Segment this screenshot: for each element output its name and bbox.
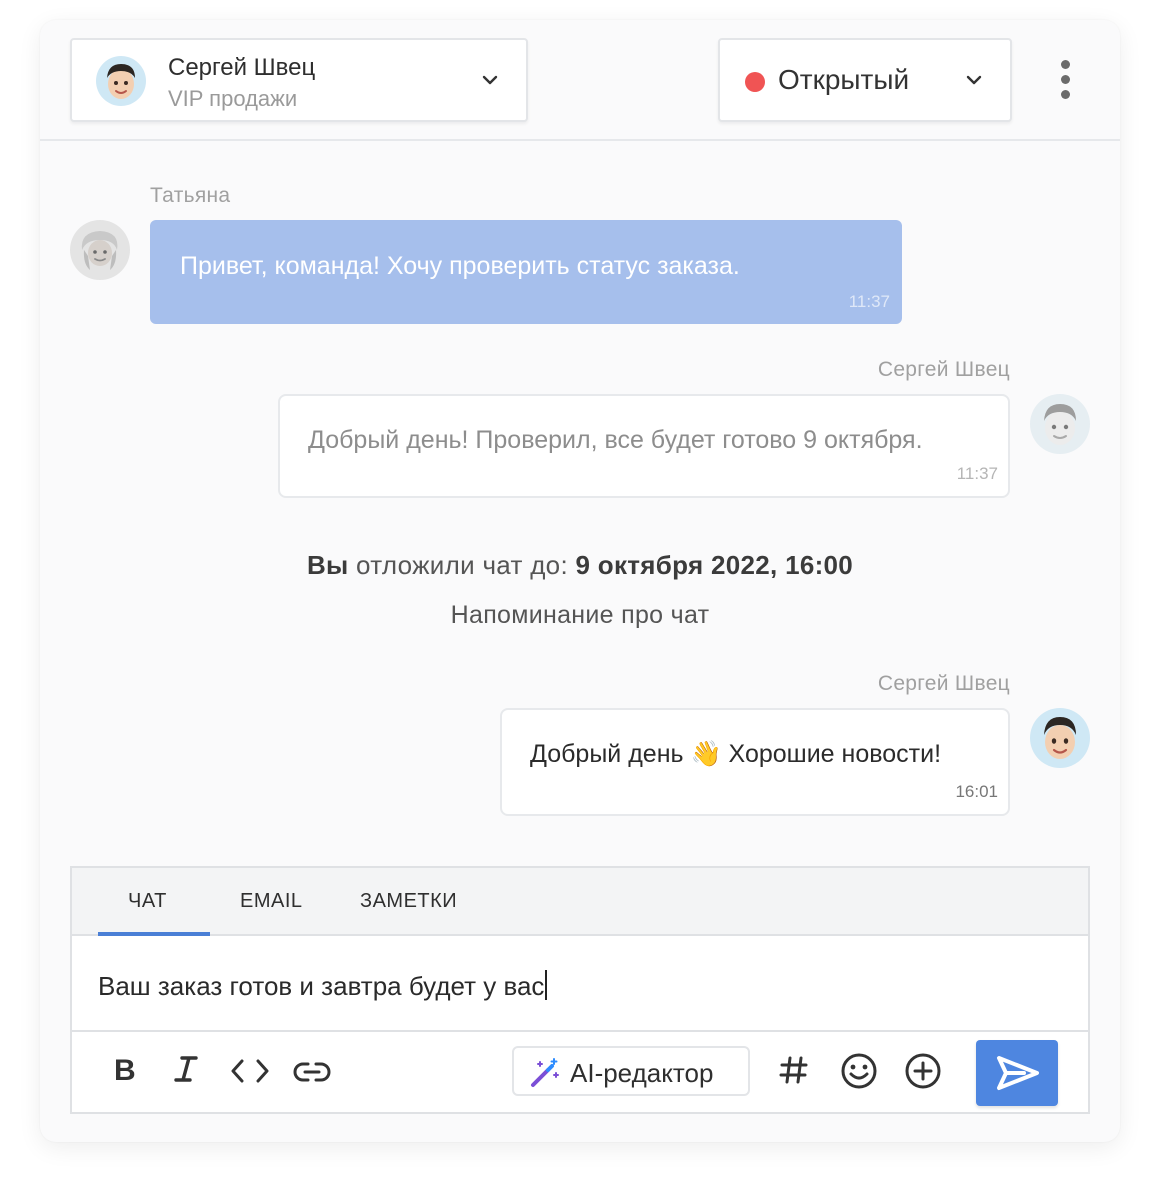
status-dropdown[interactable]: Открытый — [718, 38, 1012, 122]
message-text: Привет, команда! Хочу проверить статус з… — [180, 252, 740, 280]
customer-avatar — [70, 220, 130, 280]
send-icon — [997, 1056, 1039, 1090]
message-composer: ЧАТ EMAIL ЗАМЕТКИ Ваш заказ готов и завт… — [70, 866, 1090, 1114]
status-dot-icon — [745, 72, 765, 92]
snooze-action: отложили чат до: — [348, 550, 576, 580]
send-button[interactable] — [976, 1040, 1058, 1106]
tab-chat[interactable]: ЧАТ — [128, 890, 167, 913]
message-input[interactable]: Ваш заказ готов и завтра будет у вас — [72, 936, 1088, 1032]
message-sender: Сергей Швец — [877, 672, 1010, 695]
ai-editor-label: AI-редактор — [570, 1058, 714, 1088]
agent-avatar — [1030, 394, 1090, 454]
message-time: 16:01 — [955, 782, 998, 801]
chat-header: Сергей Швец VIP продажи Открытый — [40, 20, 1120, 141]
message-bubble-incoming: Привет, команда! Хочу проверить статус з… — [150, 220, 902, 324]
message-time: 11:37 — [848, 292, 890, 311]
svg-text:B: B — [114, 1054, 136, 1084]
link-icon[interactable] — [292, 1058, 332, 1086]
chat-window: Сергей Швец VIP продажи Открытый Татьяна — [40, 20, 1120, 1142]
snooze-notice: Вы отложили чат до: 9 октября 2022, 16:0… — [40, 550, 1120, 581]
message-bubble-outgoing: Добрый день! Проверил, все будет готово … — [278, 394, 1010, 498]
bold-icon[interactable]: B — [110, 1054, 138, 1084]
composer-tabs: ЧАТ EMAIL ЗАМЕТКИ — [72, 868, 1088, 936]
snooze-actor: Вы — [306, 550, 349, 580]
emoji-icon[interactable] — [840, 1052, 878, 1090]
text-caret — [545, 970, 548, 1000]
agent-name: Сергей Швец — [168, 54, 316, 81]
chevron-down-icon — [482, 75, 498, 85]
assignee-dropdown[interactable]: Сергей Швец VIP продажи — [70, 38, 528, 122]
message-time: 11:37 — [956, 464, 998, 483]
snooze-until: 9 октября 2022, 16:00 — [575, 550, 854, 580]
hashtag-icon[interactable] — [778, 1054, 810, 1086]
kebab-menu-icon[interactable] — [1050, 58, 1082, 102]
composer-toolbar: B AI-редактор — [72, 1034, 1088, 1112]
agent-avatar — [96, 56, 146, 106]
agent-avatar — [1030, 708, 1090, 768]
reminder-label: Напоминание про чат — [450, 601, 710, 629]
message-bubble-outgoing: Добрый день 👋 Хорошие новости! 16:01 — [500, 708, 1010, 816]
chevron-down-icon — [966, 75, 982, 85]
code-icon[interactable] — [230, 1056, 270, 1086]
italic-icon[interactable] — [172, 1054, 200, 1084]
ai-editor-button[interactable]: AI-редактор — [512, 1046, 750, 1096]
message-input-value: Ваш заказ готов и завтра будет у вас — [98, 971, 545, 1001]
message-text: Добрый день! Проверил, все будет готово … — [308, 426, 923, 454]
message-sender: Сергей Швец — [877, 358, 1010, 381]
message-text: Добрый день 👋 Хорошие новости! — [530, 740, 942, 768]
agent-team: VIP продажи — [168, 86, 298, 111]
status-label: Открытый — [778, 64, 910, 95]
message-sender: Татьяна — [150, 184, 231, 207]
add-circle-icon[interactable] — [904, 1052, 942, 1090]
tab-notes[interactable]: ЗАМЕТКИ — [360, 890, 457, 913]
magic-wand-icon — [531, 1058, 559, 1087]
tab-email[interactable]: EMAIL — [240, 890, 303, 913]
